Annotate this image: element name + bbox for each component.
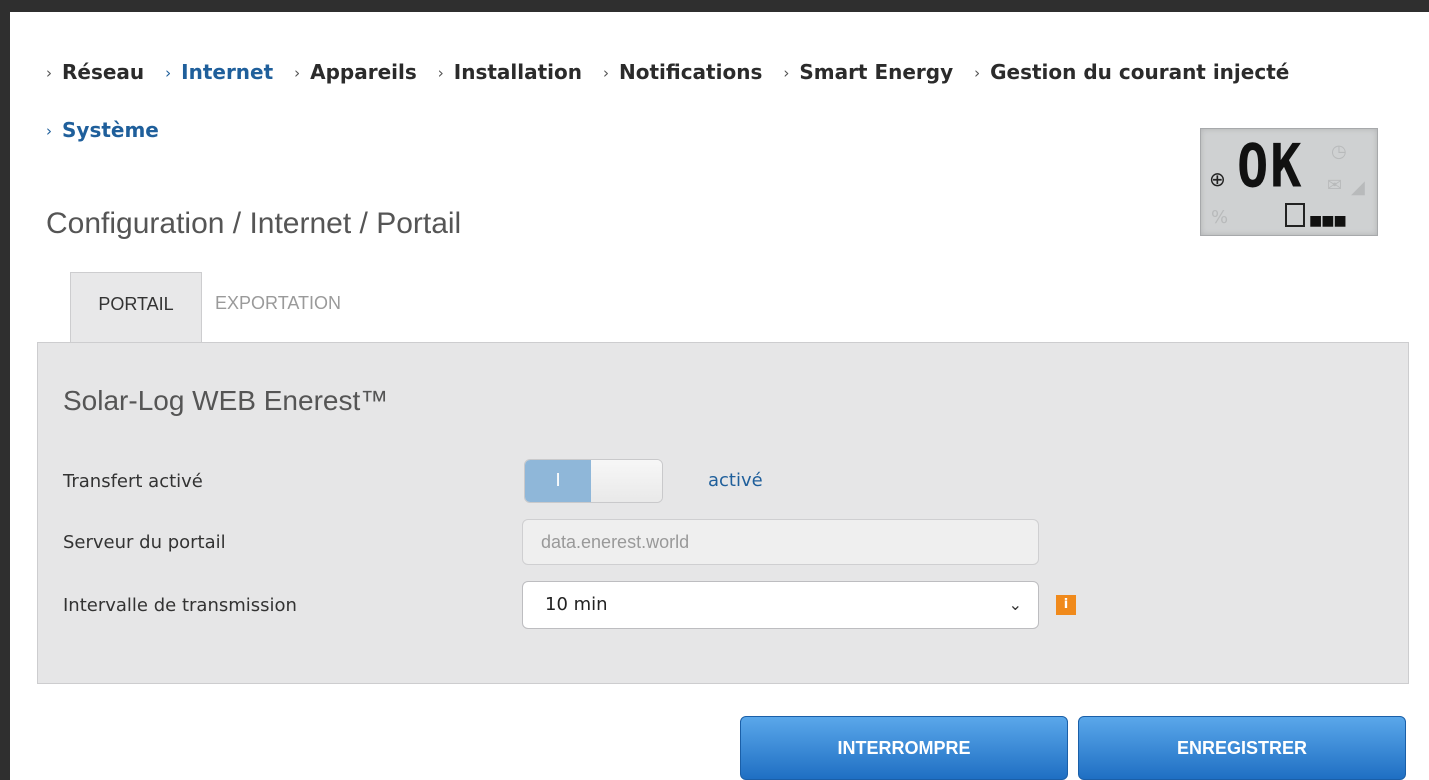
- cancel-button[interactable]: INTERROMPRE: [740, 716, 1068, 780]
- dots-icon: ■■■: [1309, 213, 1347, 229]
- chevron-right-icon: ›: [294, 64, 301, 82]
- nav-item-notifications[interactable]: › Notifications: [603, 60, 762, 84]
- percent-icon: %: [1211, 207, 1229, 228]
- settings-panel: Solar-Log WEB Enerest™ Transfert activé …: [37, 342, 1409, 684]
- tab-exportation[interactable]: EXPORTATION: [215, 272, 341, 342]
- page-title: Configuration / Internet / Portail: [46, 207, 462, 240]
- interval-select[interactable]: 10 min ⌄: [522, 581, 1039, 629]
- nav-label: Appareils: [310, 60, 417, 84]
- server-label: Serveur du portail: [63, 532, 226, 553]
- config-page: › Réseau › Internet › Appareils › Installati…: [10, 12, 1429, 780]
- save-button[interactable]: ENREGISTRER: [1078, 716, 1406, 780]
- transfer-state-text: activé: [708, 470, 763, 491]
- nav-label: Installation: [453, 60, 583, 84]
- chevron-right-icon: ›: [974, 64, 981, 82]
- nav-label: Système: [62, 118, 159, 142]
- nav-item-appareils[interactable]: › Appareils: [294, 60, 417, 84]
- nav-item-internet[interactable]: › Internet: [165, 60, 273, 84]
- nav-item-systeme[interactable]: › Système: [46, 118, 159, 142]
- nav-item-reseau[interactable]: › Réseau: [46, 60, 144, 84]
- signal-icon: ◢: [1351, 177, 1365, 198]
- mail-icon: ✉: [1327, 175, 1343, 196]
- chevron-right-icon: ›: [437, 64, 444, 82]
- transfer-label: Transfert activé: [63, 471, 203, 492]
- tab-portail[interactable]: PORTAIL: [70, 272, 202, 343]
- chevron-down-icon: ⌄: [1008, 595, 1022, 614]
- panel-title: Solar-Log WEB Enerest™: [63, 385, 389, 416]
- nav-label: Réseau: [62, 60, 145, 84]
- nav-label: Smart Energy: [799, 60, 954, 84]
- toggle-knob: [591, 460, 662, 502]
- nav-item-installation[interactable]: › Installation: [438, 60, 582, 84]
- device-icon: [1285, 203, 1305, 227]
- interval-value: 10 min: [545, 594, 608, 615]
- interval-label: Intervalle de transmission: [63, 595, 297, 616]
- nav-label: Gestion du courant injecté: [990, 60, 1290, 84]
- chevron-right-icon: ›: [602, 64, 609, 82]
- clock-icon: ◷: [1331, 141, 1347, 162]
- chevron-right-icon: ›: [165, 64, 172, 82]
- globe-icon: ⊕: [1209, 167, 1226, 191]
- chevron-right-icon: ›: [783, 64, 790, 82]
- toggle-on-indicator: I: [525, 460, 591, 502]
- nav-label: Internet: [181, 60, 274, 84]
- info-icon[interactable]: i: [1056, 595, 1076, 615]
- transfer-toggle[interactable]: I: [524, 459, 663, 503]
- status-text: OK: [1237, 132, 1304, 202]
- status-display: ◷ ✉ % ◢ ⊕ OK ■■■: [1200, 128, 1378, 236]
- chevron-right-icon: ›: [46, 64, 52, 82]
- nav-item-smart-energy[interactable]: › Smart Energy: [783, 60, 953, 84]
- nav-label: Notifications: [618, 60, 763, 84]
- nav-item-gestion-courant[interactable]: › Gestion du courant injecté: [974, 60, 1289, 84]
- server-input[interactable]: data.enerest.world: [522, 519, 1039, 565]
- chevron-right-icon: ›: [46, 122, 52, 140]
